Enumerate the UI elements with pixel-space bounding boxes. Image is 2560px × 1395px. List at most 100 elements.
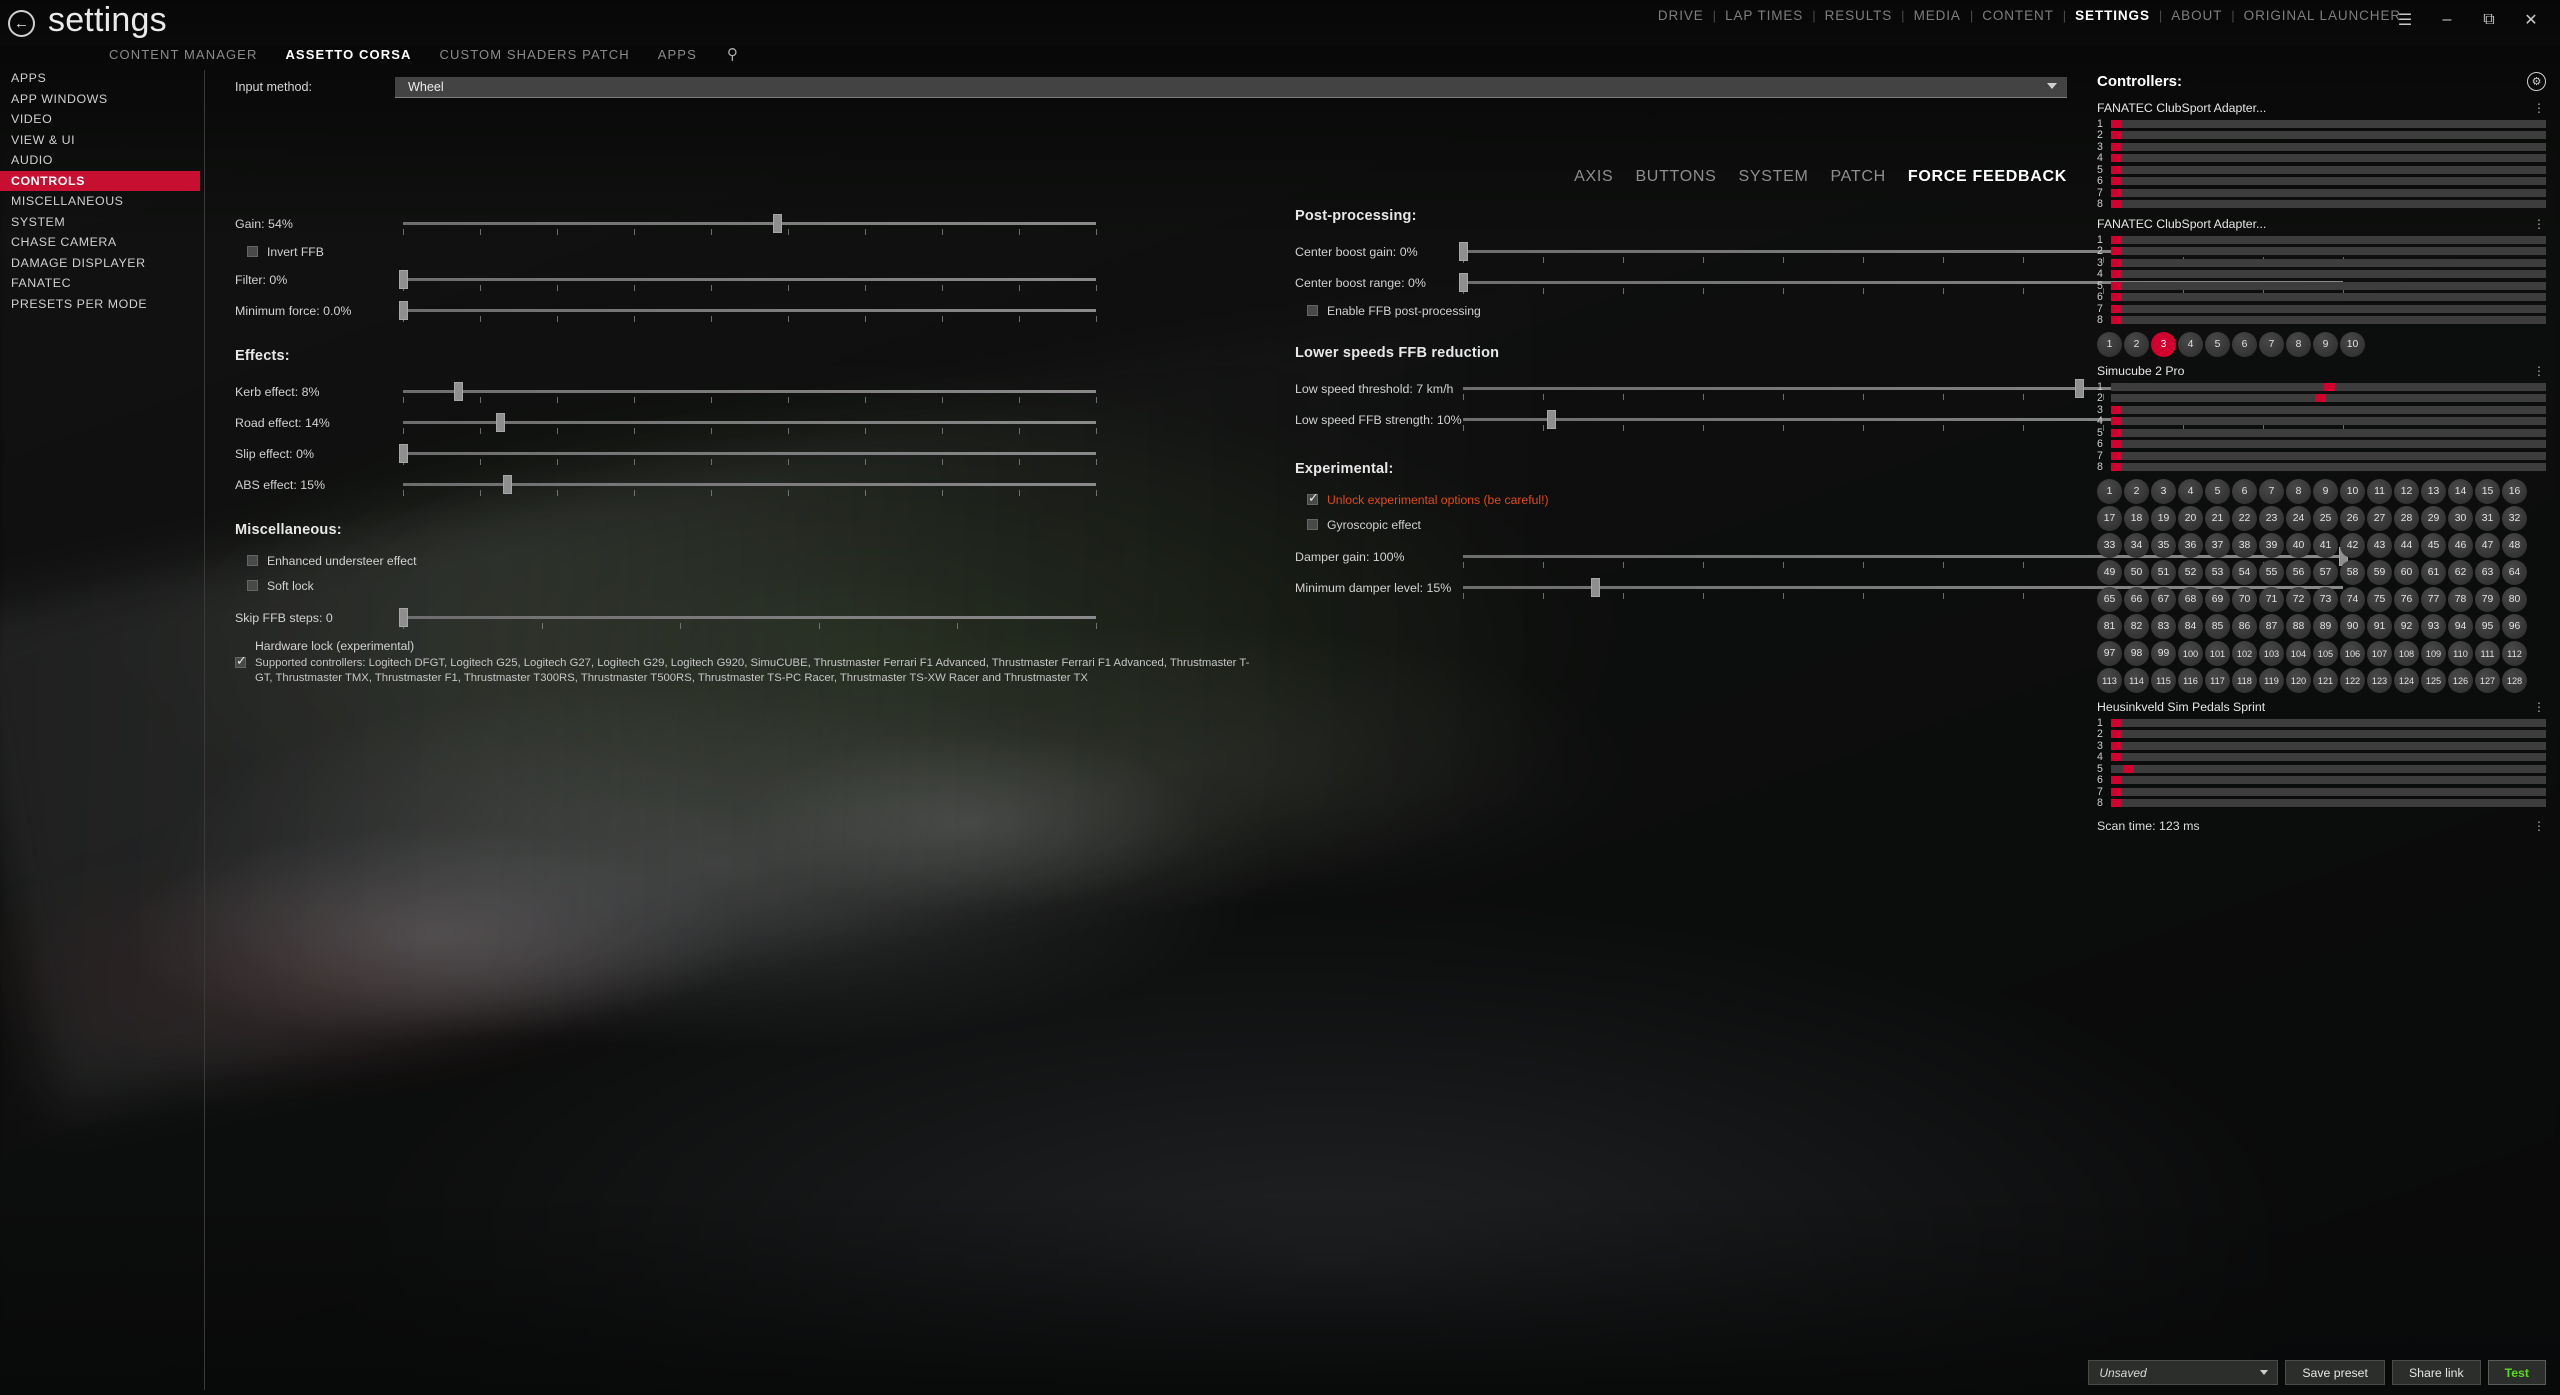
controller-button-6[interactable]: 6 bbox=[2232, 479, 2257, 504]
abs-effect-slider[interactable] bbox=[403, 474, 1097, 496]
controller-button-9[interactable]: 9 bbox=[2313, 332, 2338, 357]
controller-button-24[interactable]: 24 bbox=[2286, 506, 2311, 531]
controller-button-36[interactable]: 36 bbox=[2178, 533, 2203, 558]
controller-button-30[interactable]: 30 bbox=[2448, 506, 2473, 531]
controller-button-1[interactable]: 1 bbox=[2097, 479, 2122, 504]
controller-button-83[interactable]: 83 bbox=[2151, 614, 2176, 639]
controller-button-94[interactable]: 94 bbox=[2448, 614, 2473, 639]
slider-thumb[interactable] bbox=[502, 474, 512, 494]
tab-axis[interactable]: AXIS bbox=[1574, 168, 1613, 186]
controller-button-44[interactable]: 44 bbox=[2394, 533, 2419, 558]
controller-button-88[interactable]: 88 bbox=[2286, 614, 2311, 639]
controller-button-9[interactable]: 9 bbox=[2313, 479, 2338, 504]
controller-button-62[interactable]: 62 bbox=[2448, 560, 2473, 585]
controller-button-39[interactable]: 39 bbox=[2259, 533, 2284, 558]
controller-button-6[interactable]: 6 bbox=[2232, 332, 2257, 357]
sidebar-item-video[interactable]: VIDEO bbox=[0, 109, 205, 130]
controller-button-28[interactable]: 28 bbox=[2394, 506, 2419, 531]
controller-button-12[interactable]: 12 bbox=[2394, 479, 2419, 504]
slider-thumb[interactable] bbox=[399, 300, 408, 320]
sidebar-item-apps[interactable]: APPS bbox=[0, 68, 205, 89]
share-link-button[interactable]: Share link bbox=[2391, 1360, 2481, 1385]
topnav-item-drive[interactable]: DRIVE bbox=[1649, 8, 1713, 23]
controller-button-108[interactable]: 108 bbox=[2394, 641, 2419, 666]
slider-thumb[interactable] bbox=[496, 412, 506, 432]
kebab-menu-icon[interactable]: ⋮ bbox=[2533, 102, 2546, 114]
gear-icon[interactable]: ⚙ bbox=[2527, 71, 2546, 91]
controller-button-61[interactable]: 61 bbox=[2421, 560, 2446, 585]
controller-button-109[interactable]: 109 bbox=[2421, 641, 2446, 666]
controller-button-26[interactable]: 26 bbox=[2340, 506, 2365, 531]
subnav-item-assetto-corsa[interactable]: ASSETTO CORSA bbox=[271, 47, 425, 62]
controller-button-79[interactable]: 79 bbox=[2475, 587, 2500, 612]
controller-button-34[interactable]: 34 bbox=[2124, 533, 2149, 558]
filter-slider[interactable] bbox=[399, 269, 1097, 291]
controller-button-52[interactable]: 52 bbox=[2178, 560, 2203, 585]
topnav-item-media[interactable]: MEDIA bbox=[1905, 8, 1970, 23]
controller-button-2[interactable]: 2 bbox=[2124, 479, 2149, 504]
controller-button-111[interactable]: 111 bbox=[2475, 641, 2500, 666]
controller-button-27[interactable]: 27 bbox=[2367, 506, 2392, 531]
controller-button-22[interactable]: 22 bbox=[2232, 506, 2257, 531]
back-arrow-icon[interactable]: ← bbox=[8, 10, 35, 37]
controller-button-104[interactable]: 104 bbox=[2286, 641, 2311, 666]
controller-button-3[interactable]: 3 bbox=[2151, 332, 2176, 357]
controller-button-117[interactable]: 117 bbox=[2205, 668, 2230, 693]
controller-button-13[interactable]: 13 bbox=[2421, 479, 2446, 504]
hamburger-menu-icon[interactable]: ☰ bbox=[2384, 6, 2426, 34]
controller-button-119[interactable]: 119 bbox=[2259, 668, 2284, 693]
topnav-item-content[interactable]: CONTENT bbox=[1973, 8, 2063, 23]
controller-button-25[interactable]: 25 bbox=[2313, 506, 2338, 531]
controller-button-76[interactable]: 76 bbox=[2394, 587, 2419, 612]
sidebar-item-miscellaneous[interactable]: MISCELLANEOUS bbox=[0, 191, 205, 212]
controller-button-15[interactable]: 15 bbox=[2475, 479, 2500, 504]
controller-button-41[interactable]: 41 bbox=[2313, 533, 2338, 558]
tab-system[interactable]: SYSTEM bbox=[1739, 168, 1809, 186]
controller-button-57[interactable]: 57 bbox=[2313, 560, 2338, 585]
controller-button-67[interactable]: 67 bbox=[2151, 587, 2176, 612]
kebab-menu-icon[interactable]: ⋮ bbox=[2533, 365, 2546, 377]
slider-thumb[interactable] bbox=[1547, 409, 1556, 429]
controller-button-101[interactable]: 101 bbox=[2205, 641, 2230, 666]
controller-button-1[interactable]: 1 bbox=[2097, 332, 2122, 357]
controller-button-97[interactable]: 97 bbox=[2097, 641, 2122, 666]
controller-button-103[interactable]: 103 bbox=[2259, 641, 2284, 666]
controller-button-32[interactable]: 32 bbox=[2502, 506, 2527, 531]
topnav-item-settings[interactable]: SETTINGS bbox=[2066, 8, 2159, 23]
controller-button-89[interactable]: 89 bbox=[2313, 614, 2338, 639]
controller-button-87[interactable]: 87 bbox=[2259, 614, 2284, 639]
controller-button-113[interactable]: 113 bbox=[2097, 668, 2122, 693]
sidebar-item-damage-displayer[interactable]: DAMAGE DISPLAYER bbox=[0, 253, 205, 274]
controller-button-3[interactable]: 3 bbox=[2151, 479, 2176, 504]
controller-button-73[interactable]: 73 bbox=[2313, 587, 2338, 612]
controller-button-124[interactable]: 124 bbox=[2394, 668, 2419, 693]
controller-button-63[interactable]: 63 bbox=[2475, 560, 2500, 585]
controller-button-46[interactable]: 46 bbox=[2448, 533, 2473, 558]
controller-button-70[interactable]: 70 bbox=[2232, 587, 2257, 612]
controller-button-92[interactable]: 92 bbox=[2394, 614, 2419, 639]
controller-button-64[interactable]: 64 bbox=[2502, 560, 2527, 585]
controller-button-19[interactable]: 19 bbox=[2151, 506, 2176, 531]
topnav-item-results[interactable]: RESULTS bbox=[1816, 8, 1902, 23]
controller-button-18[interactable]: 18 bbox=[2124, 506, 2149, 531]
topnav-item-lap-times[interactable]: LAP TIMES bbox=[1716, 8, 1812, 23]
close-icon[interactable]: ✕ bbox=[2510, 6, 2552, 34]
controller-button-68[interactable]: 68 bbox=[2178, 587, 2203, 612]
controller-button-85[interactable]: 85 bbox=[2205, 614, 2230, 639]
slider-thumb[interactable] bbox=[454, 381, 464, 401]
controller-button-35[interactable]: 35 bbox=[2151, 533, 2176, 558]
controller-button-102[interactable]: 102 bbox=[2232, 641, 2257, 666]
tab-force-feedback[interactable]: FORCE FEEDBACK bbox=[1908, 168, 2067, 186]
controller-button-48[interactable]: 48 bbox=[2502, 533, 2527, 558]
controller-button-121[interactable]: 121 bbox=[2313, 668, 2338, 693]
sidebar-item-controls[interactable]: CONTROLS bbox=[0, 170, 200, 191]
restore-icon[interactable]: ⧉ bbox=[2468, 6, 2510, 34]
invert-ffb-row[interactable]: Invert FFB bbox=[247, 239, 1260, 264]
controller-button-114[interactable]: 114 bbox=[2124, 668, 2149, 693]
tab-buttons[interactable]: BUTTONS bbox=[1635, 168, 1716, 186]
controller-button-10[interactable]: 10 bbox=[2340, 479, 2365, 504]
controller-button-122[interactable]: 122 bbox=[2340, 668, 2365, 693]
save-preset-button[interactable]: Save preset bbox=[2285, 1360, 2385, 1385]
controller-button-69[interactable]: 69 bbox=[2205, 587, 2230, 612]
controller-button-29[interactable]: 29 bbox=[2421, 506, 2446, 531]
